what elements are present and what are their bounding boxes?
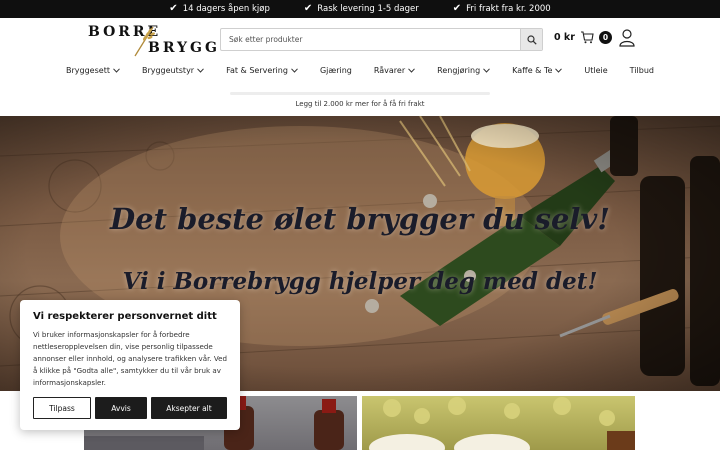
chevron-down-icon: [555, 68, 563, 73]
nav-label: Utleie: [584, 66, 608, 75]
cart-total: 0 kr: [554, 31, 575, 43]
search-icon: [526, 34, 537, 45]
main-nav: Bryggesett Bryggeutstyr Fat & Servering …: [0, 66, 720, 75]
usp-item: ✔ Fri frakt fra kr. 2000: [452, 3, 551, 15]
nav-label: Bryggeutstyr: [141, 66, 195, 75]
search-button[interactable]: [520, 29, 542, 50]
hero-title: Det beste ølet brygger du selv!: [109, 202, 610, 236]
nav-label: Bryggesett: [66, 66, 110, 75]
user-icon[interactable]: [619, 29, 635, 47]
usp-item: ✔ Rask levering 1-5 dager: [303, 3, 419, 15]
check-icon: ✔: [169, 3, 178, 14]
nav-label: Fat & Servering: [226, 66, 288, 75]
nav-label: Rengjøring: [437, 66, 481, 75]
chevron-down-icon: [291, 68, 298, 73]
cookie-title: Vi respekterer personvernet ditt: [33, 311, 217, 322]
nav-label: Gjæring: [319, 66, 352, 75]
category-card-hops[interactable]: [362, 396, 635, 450]
customize-cookies-button[interactable]: Tilpass: [33, 397, 91, 419]
search-input[interactable]: [221, 29, 520, 50]
usp-label: 14 dagers åpen kjøp: [182, 4, 270, 14]
usp-item: ✔ 14 dagers åpen kjøp: [169, 3, 270, 15]
cookie-consent-dialog: Vi respekterer personvernet ditt Vi bruk…: [20, 300, 240, 430]
accept-all-cookies-button[interactable]: Aksepter alt: [151, 397, 227, 419]
cart-icon: [580, 31, 594, 44]
search-bar: [220, 28, 543, 51]
cart-count-badge: 0: [598, 30, 612, 44]
nav-item-fat-servering[interactable]: Fat & Servering: [226, 66, 298, 75]
nav-item-bryggesett[interactable]: Bryggesett: [66, 66, 120, 75]
nav-item-utleie[interactable]: Utleie: [584, 66, 607, 75]
cart-button[interactable]: 0 kr 0: [554, 30, 612, 44]
nav-item-gjaering[interactable]: Gjæring: [320, 66, 352, 75]
usp-label: Fri frakt fra kr. 2000: [466, 4, 551, 14]
cookie-actions: Tilpass Avvis Aksepter alt: [33, 397, 227, 419]
reject-cookies-button[interactable]: Avvis: [95, 397, 147, 419]
chevron-down-icon: [408, 68, 415, 73]
nav-label: Tilbud: [629, 66, 654, 75]
free-shipping-notice: Legg til 2.000 kr mer for å få fri frakt: [230, 92, 490, 116]
chevron-down-icon: [197, 68, 204, 73]
free-shipping-progress-bar: [230, 92, 490, 95]
chevron-down-icon: [483, 68, 491, 73]
nav-label: Kaffe & Te: [512, 66, 553, 75]
nav-item-rengjoring[interactable]: Rengjøring: [437, 66, 491, 75]
announcement-bar: ✔ 14 dagers åpen kjøp ✔ Rask levering 1-…: [0, 0, 720, 18]
check-icon: ✔: [303, 3, 313, 14]
nav-item-bryggeutstyr[interactable]: Bryggeutstyr: [142, 66, 204, 75]
usp-label: Rask levering 1-5 dager: [317, 4, 419, 14]
chevron-down-icon: [113, 68, 120, 73]
check-icon: ✔: [452, 3, 462, 14]
logo-line-2: BRYGG: [148, 40, 220, 56]
site-logo[interactable]: BORRE BRYGG: [88, 24, 217, 58]
hero-subtitle: Vi i Borrebrygg hjelper deg med det!: [122, 268, 598, 295]
nav-item-tilbud[interactable]: Tilbud: [630, 66, 654, 75]
cookie-description: Vi bruker informasjonskapsler for å forb…: [33, 330, 228, 387]
hops-image: [369, 397, 635, 450]
nav-label: Råvarer: [373, 66, 406, 75]
free-shipping-text: Legg til 2.000 kr mer for å få fri frakt: [295, 100, 425, 108]
nav-item-kaffe-te[interactable]: Kaffe & Te: [512, 66, 563, 75]
nav-item-ravarer[interactable]: Råvarer: [374, 66, 415, 75]
